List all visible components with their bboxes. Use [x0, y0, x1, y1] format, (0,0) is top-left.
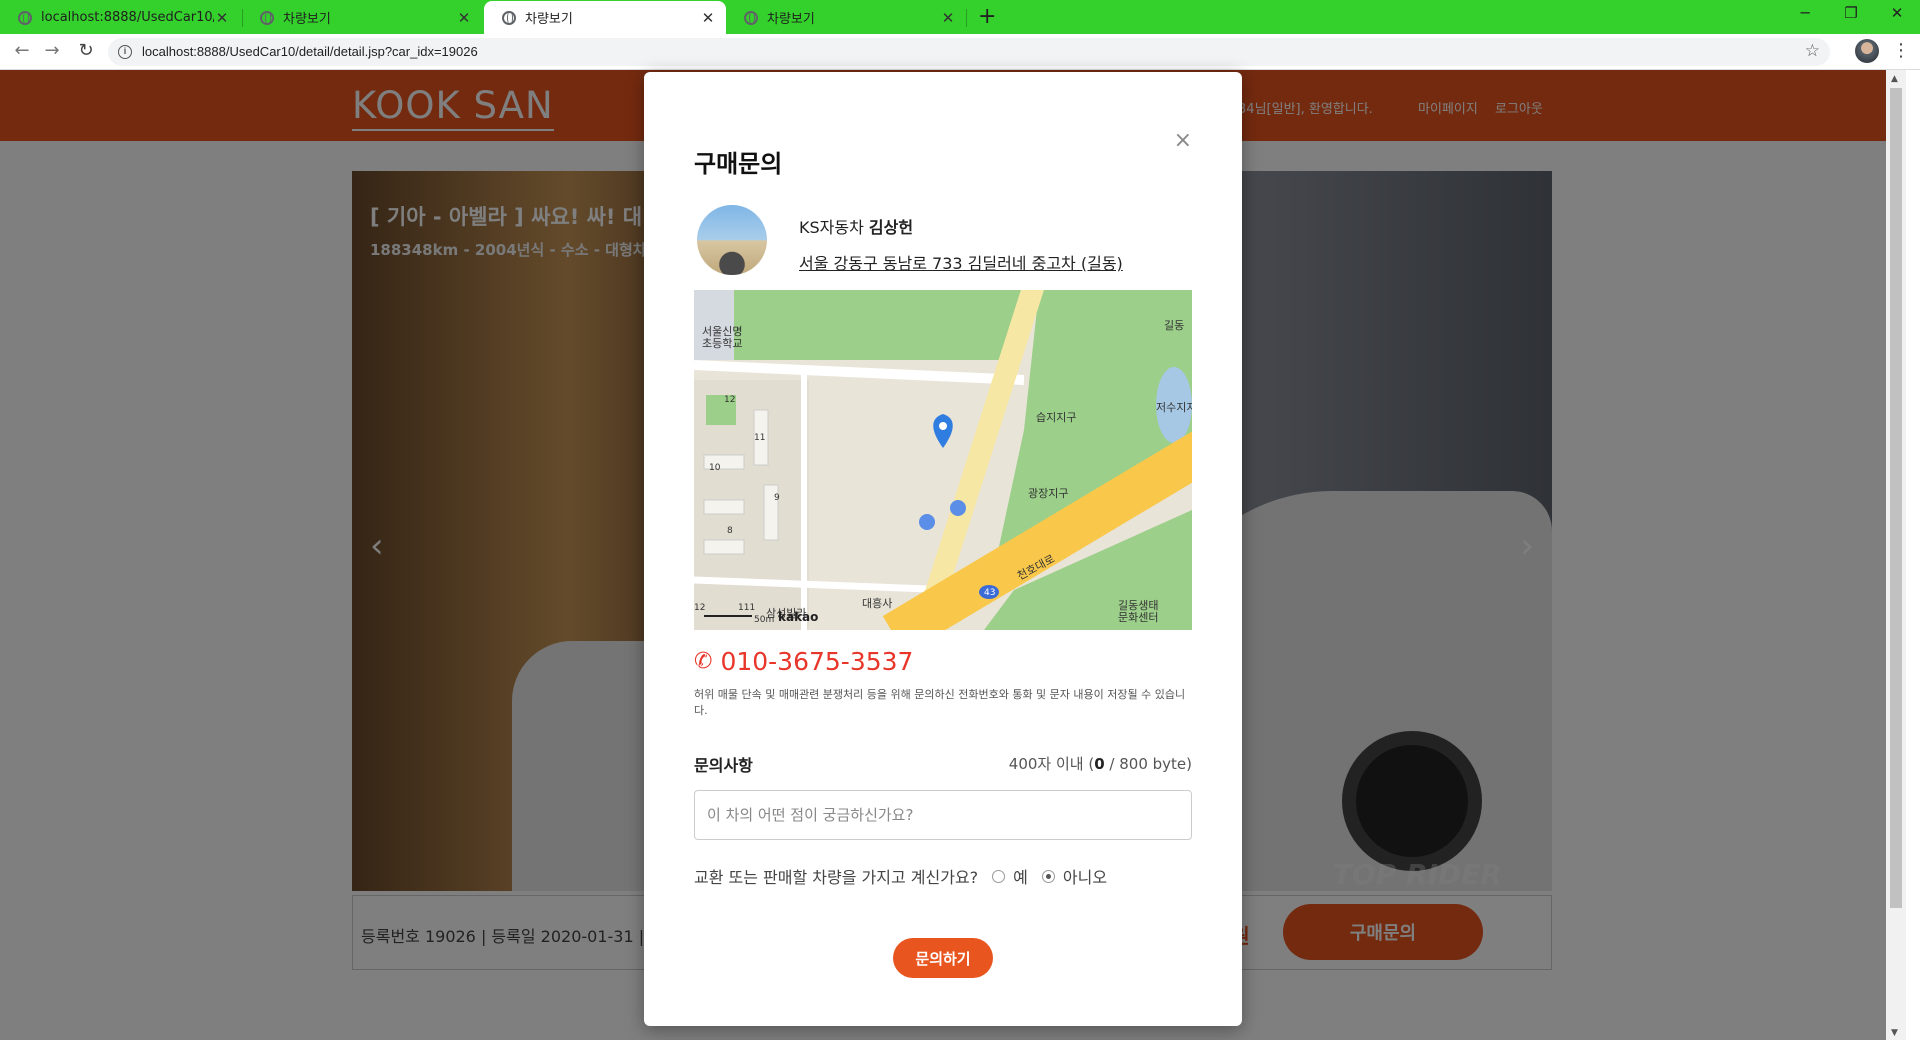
map-drawing [694, 290, 1192, 630]
tab-close-icon[interactable]: ✕ [456, 9, 472, 27]
tab-close-icon[interactable]: ✕ [214, 9, 230, 27]
map-label-temple: 대흥사 [862, 597, 893, 610]
trade-in-question: 교환 또는 판매할 차량을 가지고 계신가요? 예 아니오 [694, 864, 1107, 888]
dealer-name: 김상헌 [868, 218, 914, 237]
map-block-number: 12 [724, 395, 736, 405]
browser-tab-3[interactable]: 차량보기 ✕ [484, 1, 726, 34]
scroll-down-icon[interactable]: ▼ [1891, 1028, 1898, 1038]
globe-icon [260, 10, 274, 25]
trade-yes-radio[interactable] [992, 869, 1006, 883]
trade-yes-label[interactable]: 예 [1013, 864, 1028, 888]
browser-tab-1[interactable]: localhost:8888/UsedCar10/list/sc ✕ [0, 1, 240, 34]
scroll-up-icon[interactable]: ▲ [1891, 74, 1898, 84]
dealer-info: KS자동차 김상헌 [799, 214, 913, 238]
profile-avatar-icon[interactable] [1855, 39, 1879, 63]
map-block-number: 111 [738, 603, 756, 613]
map-block-number: 9 [774, 493, 780, 503]
question-label: 문의사항 [694, 756, 753, 775]
browser-menu-icon[interactable]: ⋮ [1892, 40, 1910, 61]
window-edge [1906, 70, 1920, 1040]
restore-button[interactable]: ❐ [1828, 4, 1874, 22]
map-label-reservoir: 저수지지 [1156, 401, 1192, 414]
phone-icon: ✆ [694, 649, 713, 674]
map-block-number: 10 [709, 463, 721, 473]
tab-title: localhost:8888/UsedCar10/list/sc [41, 10, 214, 25]
dealer-address-link[interactable]: 서울 강동구 동남로 733 김딜러네 중고차 (길동) [799, 250, 1123, 274]
dealer-avatar [697, 205, 767, 275]
trade-in-label: 교환 또는 판매할 차량을 가지고 계신가요? [694, 868, 979, 887]
address-bar-row: ← → ↻ i localhost:8888/UsedCar10/detail/… [0, 34, 1920, 70]
minimize-button[interactable]: ─ [1782, 4, 1828, 22]
browser-tab-2[interactable]: 차량보기 ✕ [242, 1, 482, 34]
tab-close-icon[interactable]: ✕ [700, 9, 716, 27]
reload-icon[interactable]: ↻ [74, 40, 98, 61]
dealer-phone[interactable]: ✆ 010-3675-3537 [694, 647, 913, 676]
window-close-button[interactable]: ✕ [1874, 4, 1920, 22]
url-omnibox[interactable]: i localhost:8888/UsedCar10/detail/detail… [108, 38, 1830, 66]
character-limit: 400자 이내 (0 / 800 byte) [1009, 753, 1192, 774]
new-tab-button[interactable]: + [978, 4, 996, 29]
browser-tab-4[interactable]: 차량보기 ✕ [726, 1, 966, 34]
question-input[interactable] [694, 790, 1192, 840]
map-scale-label: 50m [754, 615, 775, 625]
browser-tab-bar: localhost:8888/UsedCar10/list/sc ✕ 차량보기 … [0, 0, 1920, 34]
map-block-number: 8 [727, 526, 733, 536]
map-block-number: 11 [754, 433, 766, 443]
page-scrollbar[interactable]: ▲ ▼ [1886, 70, 1906, 1040]
limit-prefix: 400자 이내 ( [1008, 755, 1095, 773]
bookmark-star-icon[interactable]: ☆ [1805, 41, 1820, 61]
map-label-wetland: 습지지구 [1036, 411, 1077, 424]
privacy-notice: 허위 매물 단속 및 매매관련 분쟁처리 등을 위해 문의하신 전화번호와 통화… [694, 688, 1186, 717]
dealer-location-map[interactable]: 서울신명 초등학교 길동 저수지지 습지지구 광장지구 대흥사 길동생태 문화센… [694, 290, 1192, 630]
map-label-plaza: 광장지구 [1028, 487, 1069, 500]
globe-icon [502, 10, 516, 25]
globe-icon [18, 10, 32, 25]
tab-title: 차량보기 [767, 12, 815, 27]
site-info-icon[interactable]: i [118, 45, 132, 59]
tab-title: 차량보기 [283, 12, 331, 27]
map-block-number: 12 [694, 603, 706, 613]
tab-close-icon[interactable]: ✕ [940, 9, 956, 27]
globe-icon [744, 10, 758, 25]
close-icon[interactable]: × [1174, 128, 1192, 153]
phone-number: 010-3675-3537 [720, 647, 914, 676]
scrollbar-thumb[interactable] [1890, 88, 1902, 908]
limit-suffix: / 800 byte) [1104, 755, 1192, 773]
purchase-inquiry-modal: × 구매문의 KS자동차 김상헌 서울 강동구 동남로 733 김딜러네 중고차… [644, 72, 1242, 1026]
forward-icon[interactable]: → [40, 40, 64, 61]
tab-title: 차량보기 [525, 12, 573, 27]
map-label-gildong: 길동 [1164, 319, 1185, 332]
url-text[interactable]: localhost:8888/UsedCar10/detail/detail.j… [142, 44, 478, 59]
kakao-map-logo[interactable]: kakao [778, 610, 818, 624]
map-label-route: 43 [984, 588, 996, 598]
dealer-company: KS자동차 [799, 218, 864, 237]
trade-no-radio[interactable] [1041, 869, 1055, 883]
limit-count: 0 [1094, 755, 1105, 773]
submit-inquiry-button[interactable]: 문의하기 [893, 938, 993, 978]
map-label-school: 서울신명 초등학교 [702, 325, 743, 350]
map-label-eco-center: 길동생태 문화센터 [1118, 599, 1159, 624]
trade-no-label[interactable]: 아니오 [1063, 864, 1107, 888]
modal-title: 구매문의 [694, 150, 783, 178]
tab-separator [966, 9, 967, 27]
back-icon[interactable]: ← [10, 40, 34, 61]
